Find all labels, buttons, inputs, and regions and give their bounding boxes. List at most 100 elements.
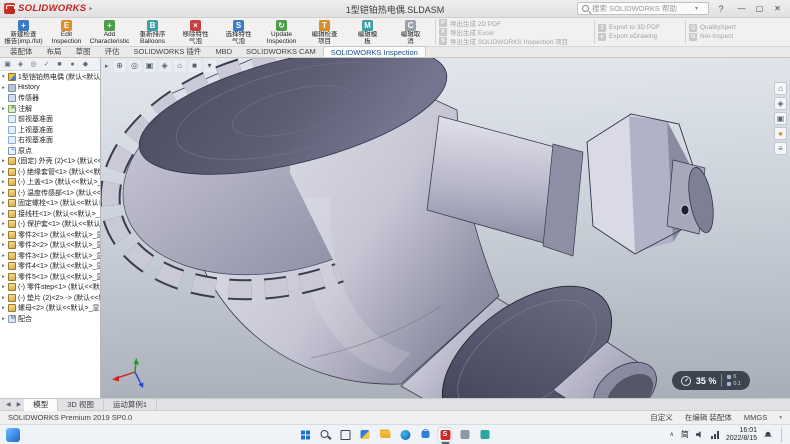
panel-tab-icon[interactable]: ◆ <box>80 59 91 70</box>
commandmanager-tab[interactable]: 评估 <box>98 46 127 57</box>
view-toolbar-icon[interactable]: ▣ <box>144 60 156 72</box>
feature-tree-item[interactable]: ▸ 螺母<2> (默认<<默认>_显示状态 <box>0 303 100 314</box>
feature-tree-item[interactable]: 传感器 <box>0 93 100 104</box>
feature-tree-item[interactable]: ▸ 零件4<1> (默认<<默认>_显示状态 <box>0 261 100 272</box>
input-language-indicator[interactable]: 简 <box>681 429 689 440</box>
units-selector[interactable]: MMGS <box>744 413 767 422</box>
feature-tree-item[interactable]: ▸ (-) 上盖<1> (默认<<默认>_显示状态 1>) <box>0 177 100 188</box>
panel-tab-icon[interactable]: ◎ <box>28 59 39 70</box>
view-toolbar-icon[interactable]: ⌂ <box>174 60 186 72</box>
ribbon-button[interactable]: M 编辑模 板 <box>346 19 389 45</box>
taskbar-clock[interactable]: 16:01 2022/8/15 <box>726 427 757 442</box>
feature-tree-item[interactable]: ▸ (-) 绝缘套管<1> (默认<<默认>_显示状态 <box>0 167 100 178</box>
taskbar-app-icon[interactable] <box>338 427 353 442</box>
feature-tree-item[interactable]: ▸ 零件5<1> (默认<<默认>_显示状态 1> <box>0 272 100 283</box>
feature-tree-item[interactable]: 前视基准面 <box>0 114 100 125</box>
taskbar-app-icon[interactable] <box>438 427 453 442</box>
minimize-button[interactable]: — <box>733 2 750 16</box>
performance-badge[interactable]: 35 % 6 0.1 <box>672 371 750 390</box>
show-desktop-button[interactable] <box>781 428 782 442</box>
view-tab[interactable]: 模型 <box>24 399 58 411</box>
ribbon-export-button[interactable]: 3 Export to 3D PDF <box>598 24 682 32</box>
taskbar-app-icon[interactable] <box>398 427 413 442</box>
ribbon-button[interactable]: T 编辑检查 项目 <box>303 19 346 45</box>
view-toolbar-icon[interactable]: ⊕ <box>114 60 126 72</box>
feature-tree-item[interactable]: ▸ 零件2<2> (默认<<默认>_显示状态 1> <box>0 240 100 251</box>
ribbon-button[interactable]: S 选择特性 气泡 <box>217 19 260 45</box>
ribbon-button[interactable]: × 移除特性 气泡 <box>174 19 217 45</box>
view-tab[interactable]: 3D 视图 <box>58 399 104 411</box>
commandmanager-tab[interactable]: 草图 <box>69 46 98 57</box>
search-dropdown-icon[interactable]: ▾ <box>695 5 698 12</box>
network-icon[interactable] <box>711 431 719 439</box>
help-icon[interactable]: ? <box>715 4 727 14</box>
ribbon-button[interactable]: + 新建检查 报告(imp./fst) <box>2 19 45 45</box>
commandmanager-tab[interactable]: 装配体 <box>3 46 40 57</box>
feature-tree-item[interactable]: ▸ 配合 <box>0 314 100 325</box>
panel-tab-icon[interactable]: ◈ <box>15 59 26 70</box>
panel-tab-icon[interactable]: ● <box>67 59 78 70</box>
commandmanager-tab[interactable]: SOLIDWORKS 插件 <box>127 46 209 57</box>
ribbon-button[interactable]: B 重新排序 Balloons <box>131 19 174 45</box>
view-toolbar-icon[interactable]: ◎ <box>129 60 141 72</box>
view-toolbar-icon[interactable]: ■ <box>189 60 201 72</box>
view-tab[interactable]: 运动算例1 <box>104 399 157 411</box>
taskbar-app-icon[interactable] <box>318 427 333 442</box>
commandmanager-tab[interactable]: SOLIDWORKS CAM <box>239 46 323 57</box>
task-pane-tab-icon[interactable]: ▣ <box>774 112 787 125</box>
ribbon-button[interactable]: C 编辑取 消 <box>389 19 432 45</box>
feature-tree-item[interactable]: 原点 <box>0 146 100 157</box>
notification-bell-icon[interactable] <box>764 431 772 438</box>
feature-tree-item[interactable]: ▸ 零件3<1> (默认<<默认>_显示状态 <box>0 251 100 262</box>
feature-tree-item[interactable]: ▸ History <box>0 83 100 94</box>
taskbar-corner-app-icon[interactable] <box>6 428 20 442</box>
view-toolbar-icon[interactable]: ◈ <box>159 60 171 72</box>
view-tabs-next-icon[interactable]: ▶ <box>14 401 25 408</box>
ribbon-button[interactable]: + Add Characteristic <box>88 19 131 45</box>
feature-tree-item[interactable]: 上视基准面 <box>0 125 100 136</box>
volume-icon[interactable] <box>696 431 704 439</box>
taskbar-app-icon[interactable] <box>458 427 473 442</box>
close-button[interactable]: ✕ <box>769 2 786 16</box>
ribbon-export-button[interactable]: S 导出生成 SOLIDWORKS Inspection 项目 <box>439 37 591 45</box>
task-pane-tab-icon[interactable]: ● <box>774 127 787 140</box>
model-3d[interactable] <box>101 58 790 398</box>
feature-tree-item[interactable]: ▸ (-) 温度传感部<1> (默认<<默认>_显示状 <box>0 188 100 199</box>
feature-tree-item[interactable]: 右视基准面 <box>0 135 100 146</box>
maximize-button[interactable]: ▢ <box>751 2 768 16</box>
ribbon-export-button[interactable]: X 导出生成 Excel <box>439 28 591 36</box>
view-toolbar-icon[interactable]: ▾ <box>204 60 216 72</box>
tray-expand-icon[interactable]: ∧ <box>669 431 673 438</box>
ribbon-export-button[interactable]: N Net-Inspect <box>689 33 759 41</box>
taskbar-app-icon[interactable] <box>478 427 493 442</box>
feature-tree-item[interactable]: ▸ (-) 零件step<1> (默认<<默认>_显示状 <box>0 282 100 293</box>
feature-tree-item[interactable]: ▸ 零件2<1> (默认<<默认>_显示状态 1> <box>0 230 100 241</box>
panel-tab-icon[interactable]: ▣ <box>2 59 13 70</box>
ribbon-button[interactable]: ↻ Update Inspection <box>260 19 303 45</box>
taskbar-app-icon[interactable] <box>298 427 313 442</box>
taskbar-app-icon[interactable] <box>418 427 433 442</box>
feature-tree-item[interactable]: ▸ 注解 <box>0 104 100 115</box>
commandmanager-tab[interactable]: SOLIDWORKS Inspection <box>323 46 426 57</box>
ribbon-button[interactable]: E Edit Inspection <box>45 19 88 45</box>
task-pane-tab-icon[interactable]: ≡ <box>774 142 787 155</box>
panel-collapse-arrow-icon[interactable]: ▸ <box>105 62 109 70</box>
search-box[interactable]: ▾ <box>577 2 709 15</box>
ribbon-export-button[interactable]: P 导出生成 2D PDF <box>439 19 591 27</box>
search-input[interactable] <box>592 4 692 13</box>
customize-menu[interactable]: 自定义 <box>650 412 673 423</box>
ribbon-export-button[interactable]: Q QualityXpert <box>689 24 759 32</box>
task-pane-tab-icon[interactable]: ⌂ <box>774 82 787 95</box>
taskbar-app-icon[interactable] <box>358 427 373 442</box>
feature-tree-item[interactable]: ▸ 固定螺栓<1> (默认<<默认>_显示状态 <box>0 198 100 209</box>
task-pane-tab-icon[interactable]: ◈ <box>774 97 787 110</box>
commandmanager-tab[interactable]: MBD <box>208 46 239 57</box>
feature-tree-item[interactable]: ▸ (-) 保护套<1> (默认<<默认>_显示状态 <box>0 219 100 230</box>
feature-tree-item[interactable]: ▸ (固定) 外壳 (2)<1> (默认<<默认>_显示状态 <box>0 156 100 167</box>
feature-tree-item[interactable]: ▸ (-) 垫片 (2)<2> -> (默认<<默认>_显示状 <box>0 293 100 304</box>
taskbar-app-icon[interactable] <box>378 427 393 442</box>
graphics-viewport[interactable]: ▸ ⊕◎▣◈⌂■▾ ⌂◈▣●≡ 35 % 6 <box>101 58 790 398</box>
menu-expand-arrow-icon[interactable]: ▸ <box>89 5 92 12</box>
panel-tab-icon[interactable]: ■ <box>54 59 65 70</box>
commandmanager-tab[interactable]: 布局 <box>40 46 69 57</box>
